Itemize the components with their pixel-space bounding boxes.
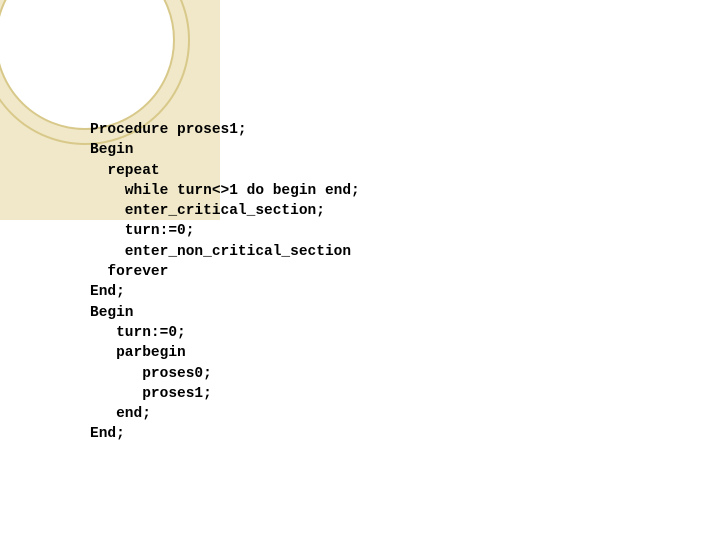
code-line: forever: [90, 262, 360, 282]
code-line: Begin: [90, 303, 360, 323]
code-line: end;: [90, 404, 360, 424]
code-line: Begin: [90, 140, 360, 160]
code-line: turn:=0;: [90, 323, 360, 343]
code-line: enter_critical_section;: [90, 201, 360, 221]
code-line: proses0;: [90, 364, 360, 384]
code-line: proses1;: [90, 384, 360, 404]
code-line: parbegin: [90, 343, 360, 363]
code-line: End;: [90, 282, 360, 302]
code-line: Procedure proses1;: [90, 120, 360, 140]
code-line: repeat: [90, 161, 360, 181]
code-line: turn:=0;: [90, 221, 360, 241]
code-line: End;: [90, 424, 360, 444]
code-block: Procedure proses1; Begin repeat while tu…: [90, 120, 360, 445]
code-line: enter_non_critical_section: [90, 242, 360, 262]
code-line: while turn<>1 do begin end;: [90, 181, 360, 201]
